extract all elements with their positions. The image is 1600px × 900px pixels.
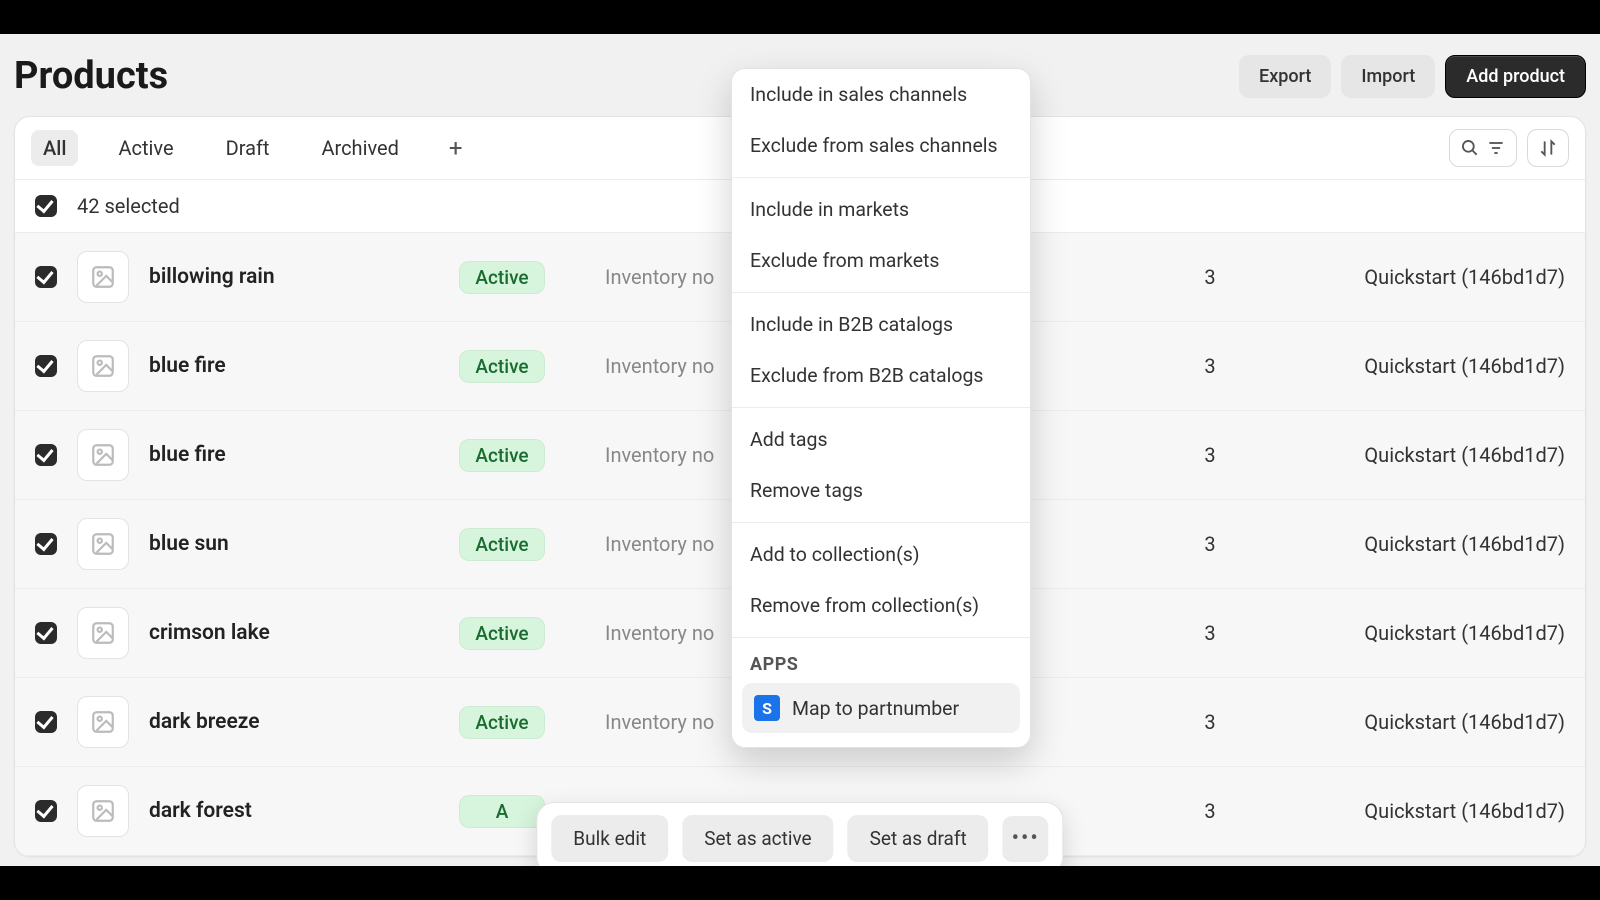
product-thumbnail: [77, 340, 129, 392]
selection-count: 42 selected: [77, 194, 180, 218]
product-thumbnail: [77, 696, 129, 748]
product-name: crimson lake: [149, 621, 439, 645]
add-view-button[interactable]: +: [439, 132, 473, 164]
status-badge: Active: [459, 617, 545, 650]
product-name: dark breeze: [149, 710, 439, 734]
row-checkbox[interactable]: [35, 355, 57, 377]
menu-app-map-partnumber[interactable]: S Map to partnumber: [742, 683, 1020, 733]
menu-include-sales-channels[interactable]: Include in sales channels: [732, 73, 1030, 120]
product-thumbnail: [77, 518, 129, 570]
variant-count: 3: [1135, 532, 1285, 556]
sort-icon: [1538, 138, 1558, 158]
import-button[interactable]: Import: [1341, 55, 1435, 98]
vendor-text: Quickstart (146bd1d7): [1305, 265, 1565, 289]
status-badge: Active: [459, 528, 545, 561]
menu-exclude-sales-channels[interactable]: Exclude from sales channels: [732, 120, 1030, 171]
vendor-text: Quickstart (146bd1d7): [1305, 443, 1565, 467]
image-icon: [90, 531, 116, 557]
row-checkbox[interactable]: [35, 800, 57, 822]
status-badge: A: [459, 795, 545, 828]
product-thumbnail: [77, 251, 129, 303]
row-checkbox[interactable]: [35, 444, 57, 466]
product-name: blue sun: [149, 532, 439, 556]
variant-count: 3: [1135, 710, 1285, 734]
page-title: Products: [14, 54, 168, 98]
add-product-button[interactable]: Add product: [1445, 55, 1586, 98]
product-thumbnail: [77, 429, 129, 481]
menu-add-tags[interactable]: Add tags: [732, 414, 1030, 465]
product-name: dark forest: [149, 799, 439, 823]
sort-button[interactable]: [1527, 129, 1569, 167]
vendor-text: Quickstart (146bd1d7): [1305, 799, 1565, 823]
bulk-action-bar: Bulk edit Set as active Set as draft •••: [536, 802, 1063, 875]
vendor-text: Quickstart (146bd1d7): [1305, 621, 1565, 645]
menu-separator: [732, 522, 1030, 523]
row-checkbox[interactable]: [35, 711, 57, 733]
search-filter-button[interactable]: [1449, 129, 1517, 167]
menu-apps-heading: APPS: [732, 644, 1030, 679]
tab-active[interactable]: Active: [106, 130, 185, 166]
row-checkbox[interactable]: [35, 533, 57, 555]
menu-include-b2b[interactable]: Include in B2B catalogs: [732, 299, 1030, 350]
menu-exclude-b2b[interactable]: Exclude from B2B catalogs: [732, 350, 1030, 401]
product-thumbnail: [77, 607, 129, 659]
tab-draft[interactable]: Draft: [214, 130, 282, 166]
menu-exclude-markets[interactable]: Exclude from markets: [732, 235, 1030, 286]
product-thumbnail: [77, 785, 129, 837]
vendor-text: Quickstart (146bd1d7): [1305, 710, 1565, 734]
product-name: blue fire: [149, 443, 439, 467]
vendor-text: Quickstart (146bd1d7): [1305, 354, 1565, 378]
window-top-bar: [0, 0, 1600, 34]
image-icon: [90, 620, 116, 646]
menu-add-collection[interactable]: Add to collection(s): [732, 529, 1030, 580]
menu-separator: [732, 177, 1030, 178]
menu-separator: [732, 407, 1030, 408]
status-badge: Active: [459, 261, 545, 294]
image-icon: [90, 709, 116, 735]
variant-count: 3: [1135, 265, 1285, 289]
vendor-text: Quickstart (146bd1d7): [1305, 532, 1565, 556]
status-badge: Active: [459, 706, 545, 739]
image-icon: [90, 264, 116, 290]
row-checkbox[interactable]: [35, 622, 57, 644]
bulk-edit-button[interactable]: Bulk edit: [551, 815, 668, 862]
export-button[interactable]: Export: [1239, 55, 1331, 98]
variant-count: 3: [1135, 354, 1285, 378]
product-name: billowing rain: [149, 265, 439, 289]
variant-count: 3: [1135, 799, 1285, 823]
menu-separator: [732, 637, 1030, 638]
tab-archived[interactable]: Archived: [309, 130, 410, 166]
app-icon: S: [754, 695, 780, 721]
row-checkbox[interactable]: [35, 266, 57, 288]
image-icon: [90, 798, 116, 824]
bulk-more-button[interactable]: •••: [1003, 816, 1049, 862]
window-bottom-bar: [0, 866, 1600, 900]
menu-app-label: Map to partnumber: [792, 697, 959, 720]
menu-include-markets[interactable]: Include in markets: [732, 184, 1030, 235]
select-all-checkbox[interactable]: [35, 195, 57, 217]
filter-icon: [1486, 138, 1506, 158]
set-draft-button[interactable]: Set as draft: [848, 815, 989, 862]
tab-all[interactable]: All: [31, 130, 78, 166]
menu-remove-tags[interactable]: Remove tags: [732, 465, 1030, 516]
menu-remove-collection[interactable]: Remove from collection(s): [732, 580, 1030, 631]
search-icon: [1460, 138, 1480, 158]
set-active-button[interactable]: Set as active: [682, 815, 833, 862]
variant-count: 3: [1135, 621, 1285, 645]
image-icon: [90, 353, 116, 379]
bulk-actions-menu: Include in sales channels Exclude from s…: [731, 68, 1031, 748]
variant-count: 3: [1135, 443, 1285, 467]
status-badge: Active: [459, 350, 545, 383]
filter-tabs: All Active Draft Archived +: [31, 130, 473, 166]
product-name: blue fire: [149, 354, 439, 378]
menu-separator: [732, 292, 1030, 293]
status-badge: Active: [459, 439, 545, 472]
image-icon: [90, 442, 116, 468]
